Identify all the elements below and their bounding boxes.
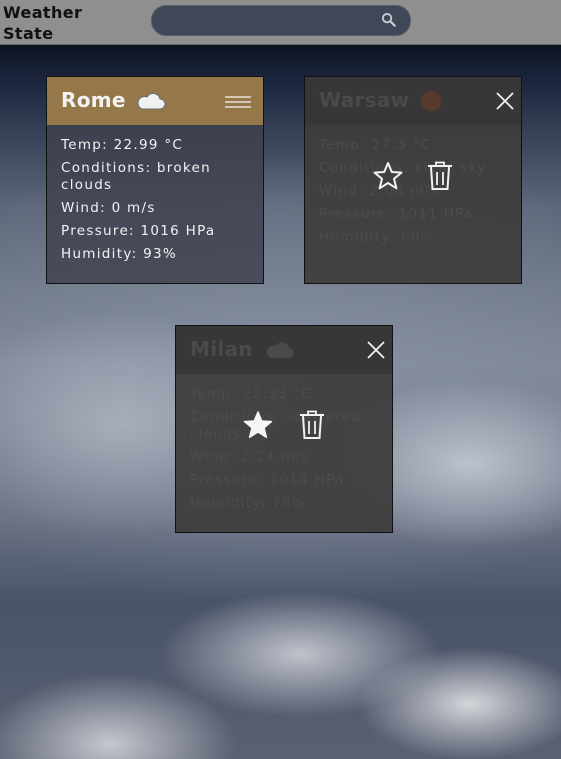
card-actions [373, 161, 493, 193]
search-icon[interactable] [381, 12, 396, 27]
close-icon[interactable] [365, 339, 387, 361]
menu-icon[interactable] [225, 95, 251, 109]
weather-card-rome[interactable]: Rome Temp: 22.99 °C Conditions: broken c… [46, 76, 264, 284]
card-body: Temp: 22.99 °C Conditions: broken clouds… [61, 137, 253, 269]
card-header: Milan [176, 326, 392, 374]
sun-icon [421, 91, 441, 111]
city-name: Rome [61, 88, 126, 112]
city-name: Warsaw [319, 88, 410, 112]
card-body: Temp: 27.3 °C Conditions: clear sky Wind… [319, 137, 511, 252]
cloud-icon [267, 342, 294, 358]
weather-card-milan[interactable]: Milan Temp: 22.33 °C Conditions: scatter… [175, 325, 393, 533]
humidity: Humidity: 60% [319, 229, 435, 245]
pressure: Pressure: 1011 HPa [319, 206, 474, 222]
humidity: Humidity: 78% [190, 495, 306, 511]
star-filled-icon[interactable] [243, 410, 273, 440]
city-name: Milan [190, 337, 253, 361]
pressure: Pressure: 1016 HPa [61, 223, 216, 239]
card-header: Warsaw [305, 77, 521, 125]
card-header: Rome [47, 77, 263, 125]
card-body: Temp: 22.33 °C Conditions: scattered clo… [190, 386, 382, 518]
star-outline-icon[interactable] [373, 161, 403, 191]
cloud-icon [137, 92, 166, 110]
temperature: Temp: 27.3 °C [319, 137, 432, 153]
trash-icon[interactable] [425, 161, 455, 191]
temperature: Temp: 22.99 °C [61, 137, 184, 153]
wind: Wind: 0 m/s [61, 200, 156, 216]
app-logo: Weather State [3, 3, 83, 43]
wind: Wind: 2.24 m/s [190, 449, 311, 465]
trash-icon[interactable] [297, 410, 327, 440]
humidity: Humidity: 93% [61, 246, 177, 262]
card-actions [243, 410, 363, 442]
close-icon[interactable] [494, 90, 516, 112]
conditions: Conditions: broken clouds [61, 160, 211, 193]
pressure: Pressure: 1014 HPa [190, 472, 345, 488]
temperature: Temp: 22.33 °C [190, 386, 313, 402]
search-bar [151, 5, 411, 36]
weather-card-warsaw[interactable]: Warsaw Temp: 27.3 °C Conditions: clear s… [304, 76, 522, 284]
search-input[interactable] [166, 10, 380, 32]
top-bar: Weather State [0, 0, 561, 45]
